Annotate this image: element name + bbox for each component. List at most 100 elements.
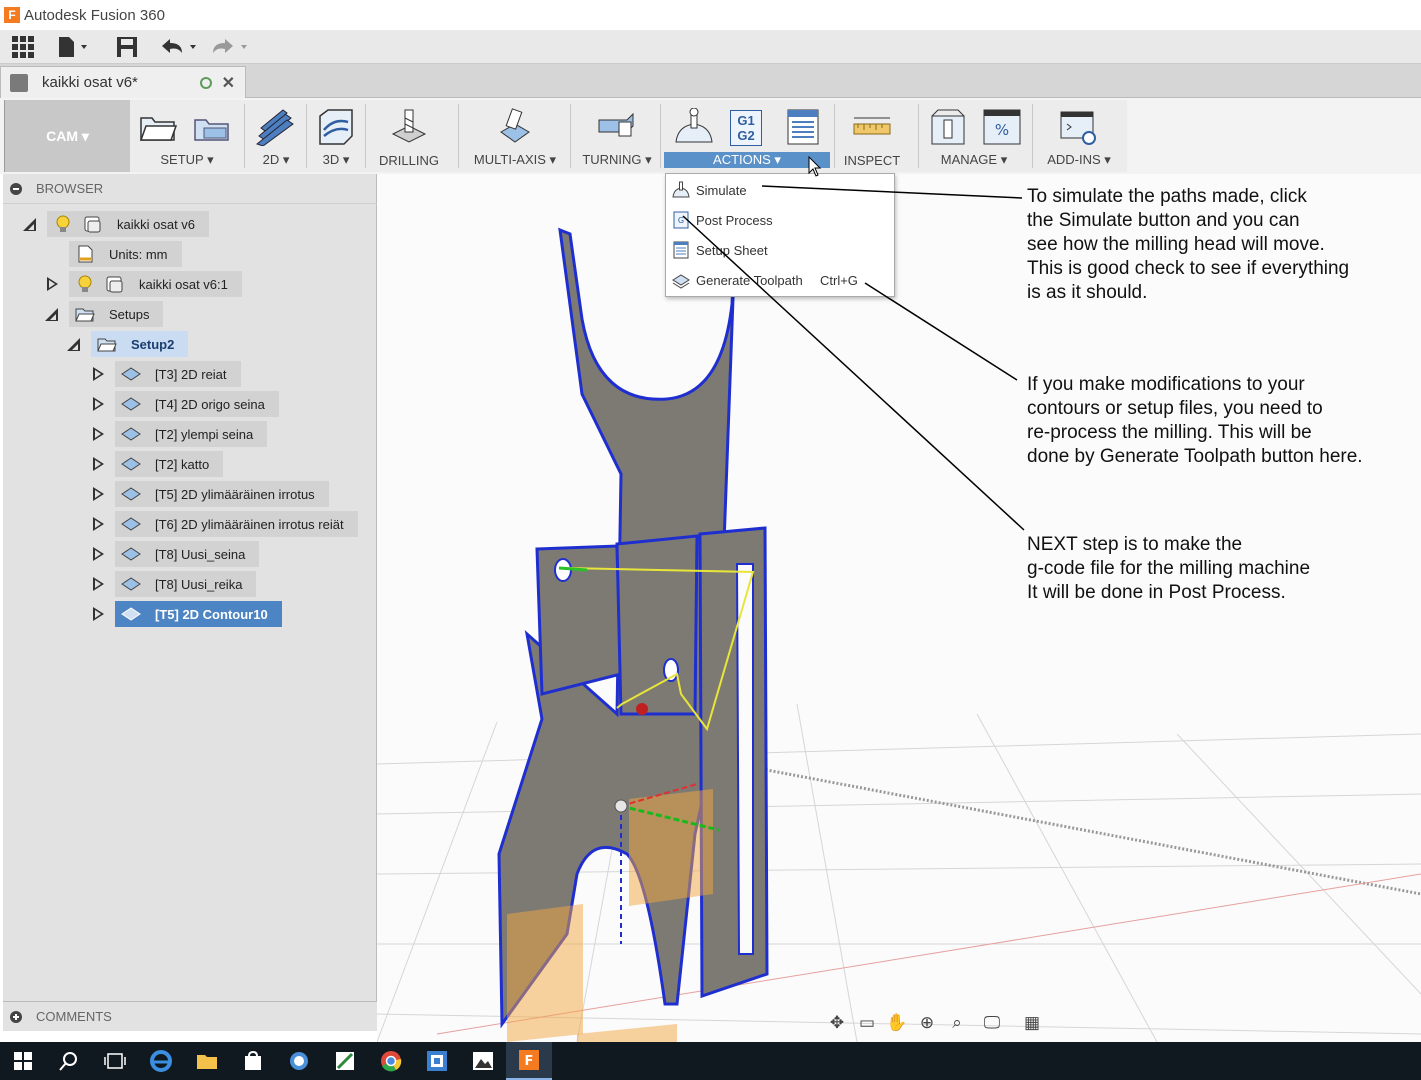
document-tab[interactable]: kaikki osat v6* ✕ bbox=[0, 66, 246, 98]
lightbulb-icon[interactable] bbox=[53, 215, 73, 233]
menu-item-generate-toolpath[interactable]: Generate Toolpath Ctrl+G bbox=[666, 266, 896, 294]
menu-item-setup-sheet[interactable]: Setup Sheet bbox=[666, 236, 896, 264]
look-at-icon[interactable]: ▭ bbox=[852, 1010, 882, 1036]
tree-label: [T6] 2D ylimääräinen irrotus reiät bbox=[155, 516, 344, 532]
tree-node-root[interactable]: kaikki osat v6 bbox=[23, 211, 210, 237]
workspace-switcher[interactable]: CAM ▾ bbox=[4, 100, 130, 172]
operation-icon bbox=[121, 517, 141, 531]
tree-node-operation[interactable]: [T3] 2D reiat bbox=[91, 361, 241, 387]
undo-icon[interactable] bbox=[152, 30, 208, 64]
file-menu-icon[interactable] bbox=[46, 30, 102, 64]
menu-label: Simulate bbox=[696, 182, 747, 198]
simulate-icon bbox=[672, 181, 690, 198]
ribbon-group-setup[interactable]: SETUP ▾ bbox=[132, 100, 242, 172]
post-library-icon: % bbox=[983, 109, 1021, 145]
collapse-arrow-icon[interactable] bbox=[23, 216, 37, 232]
expand-arrow-icon[interactable] bbox=[91, 426, 105, 442]
annotation-line: If you make modifications to your bbox=[1027, 374, 1305, 395]
comments-panel[interactable]: COMMENTS bbox=[3, 1001, 377, 1031]
ribbon-group-drilling[interactable]: DRILLING bbox=[370, 100, 448, 172]
expand-arrow-icon[interactable] bbox=[91, 456, 105, 472]
3d-label: 3D ▾ bbox=[322, 152, 350, 167]
ribbon-divider bbox=[570, 104, 571, 168]
tree-node-operation-selected[interactable]: [T5] 2D Contour10 bbox=[91, 601, 282, 627]
ribbon-group-manage[interactable]: % MANAGE ▾ bbox=[922, 100, 1026, 172]
ribbon-group-actions[interactable]: G1 G2 ACTIONS ▾ bbox=[664, 100, 830, 172]
tree-node-operation[interactable]: [T2] katto bbox=[91, 451, 224, 477]
redo-icon[interactable] bbox=[208, 30, 254, 64]
tree-node-setups[interactable]: Setups bbox=[45, 301, 164, 327]
menu-item-simulate[interactable]: Simulate bbox=[666, 176, 896, 204]
collapse-arrow-icon[interactable] bbox=[67, 336, 81, 352]
expand-arrow-icon[interactable] bbox=[91, 396, 105, 412]
data-panel-grid-icon[interactable] bbox=[0, 30, 46, 64]
file-explorer-icon[interactable] bbox=[184, 1042, 230, 1080]
pan-hand-icon[interactable]: ✋ bbox=[882, 1010, 912, 1036]
expand-arrow-icon[interactable] bbox=[91, 576, 105, 592]
tree-node-operation[interactable]: [T4] 2D origo seina bbox=[91, 391, 279, 417]
collapse-icon[interactable] bbox=[10, 182, 22, 195]
setup-icon bbox=[97, 338, 117, 352]
ribbon-group-3d[interactable]: 3D ▾ bbox=[309, 100, 363, 172]
actions-label: ACTIONS ▾ bbox=[664, 152, 830, 168]
tool-tip bbox=[636, 703, 648, 715]
browser-header[interactable]: BROWSER bbox=[3, 174, 377, 204]
tree-node-operation[interactable]: [T2] ylempi seina bbox=[91, 421, 268, 447]
menu-item-post-process[interactable]: G Post Process bbox=[666, 206, 896, 234]
lightbulb-icon[interactable] bbox=[75, 275, 95, 293]
multi-axis-icon bbox=[500, 108, 530, 143]
orbit-icon[interactable]: ✥ bbox=[822, 1010, 852, 1036]
fit-zoom-icon[interactable]: ⌕ bbox=[942, 1010, 972, 1036]
photos-icon[interactable] bbox=[460, 1042, 506, 1080]
search-icon[interactable] bbox=[46, 1042, 92, 1080]
expand-arrow-icon[interactable] bbox=[45, 276, 59, 292]
tree-label: [T2] ylempi seina bbox=[155, 426, 254, 442]
expand-arrow-icon[interactable] bbox=[91, 546, 105, 562]
expand-arrow-icon[interactable] bbox=[91, 486, 105, 502]
app-icon[interactable] bbox=[414, 1042, 460, 1080]
tree-node-operation[interactable]: [T6] 2D ylimääräinen irrotus reiät bbox=[91, 511, 358, 537]
ribbon-group-turning[interactable]: TURNING ▾ bbox=[576, 100, 658, 172]
expand-arrow-icon[interactable] bbox=[91, 606, 105, 622]
document-tab-bar: kaikki osat v6* ✕ bbox=[0, 64, 1421, 98]
task-view-icon[interactable] bbox=[92, 1042, 138, 1080]
save-icon[interactable] bbox=[102, 30, 152, 64]
grid-settings-icon[interactable]: ▦ bbox=[1012, 1010, 1052, 1036]
app-icon[interactable] bbox=[276, 1042, 322, 1080]
tree-node-operation[interactable]: [T5] 2D ylimääräinen irrotus bbox=[91, 481, 329, 507]
component-icon bbox=[84, 216, 101, 233]
ribbon-group-inspect[interactable]: INSPECT bbox=[838, 100, 906, 172]
collapse-arrow-icon[interactable] bbox=[45, 306, 59, 322]
part-right-plate bbox=[698, 526, 769, 999]
fusion-taskbar-icon[interactable]: F bbox=[506, 1042, 552, 1080]
operation-icon bbox=[121, 397, 141, 411]
origin-point bbox=[614, 799, 628, 813]
chrome-icon[interactable] bbox=[368, 1042, 414, 1080]
annotation-generate-toolpath: If you make modifications to your contou… bbox=[1027, 373, 1363, 469]
annotation-post-process: NEXT step is to make the g-code file for… bbox=[1027, 533, 1310, 605]
ribbon-divider bbox=[660, 104, 661, 168]
expand-icon[interactable] bbox=[10, 1010, 22, 1023]
tree-node-operation[interactable]: [T8] Uusi_seina bbox=[91, 541, 260, 567]
display-settings-icon[interactable]: 🖵 bbox=[972, 1010, 1012, 1036]
tree-label: Setup2 bbox=[131, 336, 175, 352]
windows-start-icon[interactable] bbox=[0, 1042, 46, 1080]
ribbon-group-multi-axis[interactable]: MULTI-AXIS ▾ bbox=[466, 100, 564, 172]
ribbon-group-2d[interactable]: 2D ▾ bbox=[247, 100, 305, 172]
browser-title: BROWSER bbox=[36, 181, 104, 196]
zoom-icon[interactable]: ⊕ bbox=[912, 1010, 942, 1036]
ribbon-divider bbox=[834, 104, 835, 168]
operation-icon bbox=[121, 487, 141, 501]
expand-arrow-icon[interactable] bbox=[91, 516, 105, 532]
tree-node-operation[interactable]: [T8] Uusi_reika bbox=[91, 571, 257, 597]
ribbon-group-add-ins[interactable]: ADD-INS ▾ bbox=[1038, 100, 1120, 172]
edge-browser-icon[interactable] bbox=[138, 1042, 184, 1080]
app-icon[interactable] bbox=[322, 1042, 368, 1080]
store-icon[interactable] bbox=[230, 1042, 276, 1080]
tree-node-setup2[interactable]: Setup2 bbox=[67, 331, 189, 357]
menu-label: Generate Toolpath bbox=[696, 272, 803, 288]
tree-node-units[interactable]: Units: mm bbox=[69, 241, 182, 267]
close-tab-icon[interactable]: ✕ bbox=[222, 73, 235, 93]
expand-arrow-icon[interactable] bbox=[91, 366, 105, 382]
tree-node-component[interactable]: kaikki osat v6:1 bbox=[45, 271, 242, 297]
